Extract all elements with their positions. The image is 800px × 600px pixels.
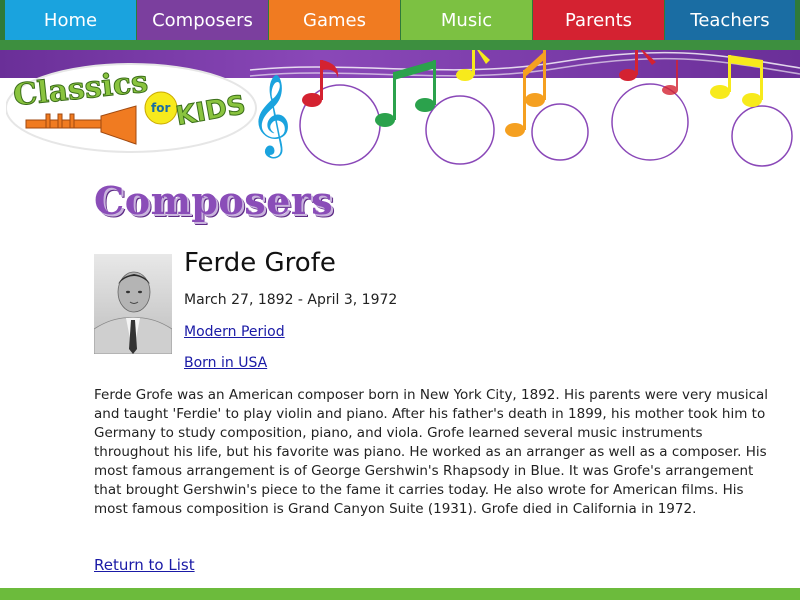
- composer-name: Ferde Grofe: [184, 248, 336, 278]
- composer-dates: March 27, 1892 - April 3, 1972: [184, 292, 398, 308]
- born-in-link[interactable]: Born in USA: [184, 355, 267, 371]
- nav-teachers[interactable]: Teachers: [665, 0, 795, 40]
- composer-bio: Ferde Grofe was an American composer bor…: [94, 387, 769, 517]
- nav-music[interactable]: Music: [401, 0, 532, 40]
- nav-composers[interactable]: Composers: [137, 0, 268, 40]
- period-link[interactable]: Modern Period: [184, 324, 285, 340]
- page-title: Composers: [94, 178, 334, 223]
- return-to-list-link[interactable]: Return to List: [94, 556, 195, 574]
- logo-for-text: for: [151, 101, 170, 115]
- site-logo[interactable]: Classics for KIDS: [5, 58, 266, 158]
- composer-portrait: [94, 254, 172, 354]
- nav-parents[interactable]: Parents: [533, 0, 664, 40]
- footer-bar: [0, 588, 800, 600]
- nav-home[interactable]: Home: [5, 0, 136, 40]
- classics-for-kids-logo: Classics for KIDS: [5, 63, 257, 153]
- nav-divider: [0, 40, 800, 50]
- nav-games[interactable]: Games: [269, 0, 400, 40]
- top-navigation: Home Composers Games Music Parents Teach…: [0, 0, 800, 40]
